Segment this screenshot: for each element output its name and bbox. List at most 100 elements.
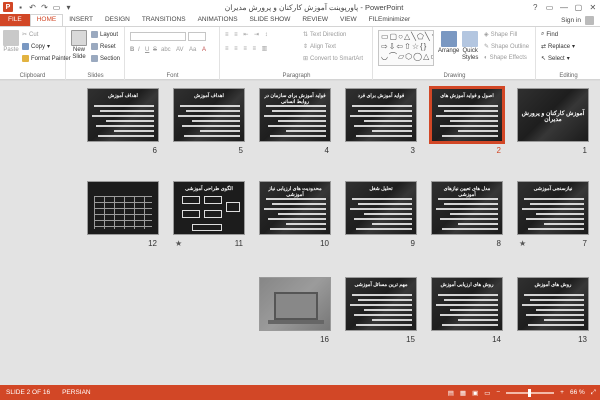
tab-design[interactable]: DESIGN: [99, 14, 136, 26]
font-name-input[interactable]: [130, 32, 186, 41]
tab-view[interactable]: VIEW: [334, 14, 363, 26]
slide-thumbnail[interactable]: [87, 181, 159, 235]
slide-sorter-view-icon[interactable]: ▦: [460, 389, 466, 397]
reset-button[interactable]: Reset: [91, 43, 116, 50]
new-slide-button[interactable]: New Slide: [71, 30, 87, 60]
slide-thumbnail[interactable]: محدودیت های ارزیابی نیاز آموزشی: [259, 181, 331, 235]
slide-text-line: [350, 304, 412, 306]
signin-link[interactable]: Sign in: [561, 17, 581, 24]
new-slide-icon: [71, 30, 87, 46]
bold-button[interactable]: B: [130, 47, 134, 53]
quick-styles-button[interactable]: Quick Styles: [462, 31, 478, 61]
slide-thumbnail[interactable]: آموزش کارکنان و پرورش مدیران: [517, 88, 589, 142]
slide-thumbnail[interactable]: تحلیل شغل: [345, 181, 417, 235]
shape-fill-button[interactable]: ◈ Shape Fill: [484, 31, 517, 39]
undo-icon[interactable]: ↶: [28, 3, 37, 12]
slides-group: New Slide Layout Reset Section Slides: [67, 27, 125, 80]
slide-thumbnail[interactable]: الگوی طراحی آموزشی: [173, 181, 245, 235]
tab-insert[interactable]: INSERT: [63, 14, 99, 26]
char-spacing-button[interactable]: AV: [176, 47, 184, 53]
slide-thumbnail[interactable]: اهداف آموزش: [87, 88, 159, 142]
align-text-button[interactable]: ⇕ Align Text: [303, 43, 336, 51]
slide-text-line: [458, 319, 498, 321]
text-direction-button[interactable]: ⇅ Text Direction: [303, 31, 347, 39]
avatar[interactable]: [585, 15, 594, 25]
slide-thumbnail[interactable]: اصول و فواید آموزش های: [429, 86, 505, 144]
normal-view-icon[interactable]: ▤: [448, 389, 454, 397]
strikethrough-button[interactable]: S: [153, 47, 157, 53]
tab-home[interactable]: HOME: [29, 14, 64, 26]
save-icon[interactable]: ▪: [16, 3, 25, 12]
italic-button[interactable]: I: [138, 47, 140, 53]
fit-to-window-icon[interactable]: ⤢: [591, 389, 596, 397]
slideshow-icon[interactable]: ▭: [52, 3, 61, 12]
slide-thumbnail[interactable]: روش های آموزش: [517, 277, 589, 331]
tab-review[interactable]: REVIEW: [296, 14, 334, 26]
text-shadow-button[interactable]: abc: [161, 47, 171, 53]
pen-icon: ✎: [484, 44, 490, 50]
change-case-button[interactable]: Aa: [189, 47, 196, 53]
tab-transitions[interactable]: TRANSITIONS: [136, 14, 192, 26]
slide-text-line: [96, 125, 154, 127]
layout-button[interactable]: Layout: [91, 31, 118, 38]
customize-qat-icon[interactable]: ▾: [64, 3, 73, 12]
zoom-out-button[interactable]: −: [496, 389, 500, 396]
zoom-slider-thumb[interactable]: [528, 388, 532, 397]
list-buttons[interactable]: ≡ ≡ ⇤ ⇥ ↕: [225, 31, 270, 38]
close-icon[interactable]: ✕: [586, 3, 600, 12]
find-button[interactable]: ⌕ Find: [541, 31, 558, 38]
minimize-icon[interactable]: —: [557, 3, 571, 12]
arrange-button[interactable]: Arrange: [438, 31, 459, 54]
underline-button[interactable]: U: [145, 47, 149, 53]
tab-animations[interactable]: ANIMATIONS: [192, 14, 244, 26]
section-button[interactable]: Section: [91, 55, 120, 62]
copy-button[interactable]: Copy ▾: [22, 43, 50, 50]
shapes-gallery[interactable]: ▭▢○△╲⬠╲↘◻ ⇨⇩⇦⇧☆{} ◡⌒▱⬡◯△▭: [378, 30, 434, 66]
tab-file[interactable]: FILE: [0, 14, 30, 26]
slide-text-line: [178, 115, 240, 117]
tab-slide-show[interactable]: SLIDE SHOW: [244, 14, 297, 26]
effects-icon: ◐: [484, 55, 488, 61]
slide-thumbnail[interactable]: فواید آموزش برای سازمان در روابط انسانی: [259, 88, 331, 142]
new-slide-label-2: Slide: [72, 54, 86, 60]
shape-effects-button[interactable]: ◐ Shape Effects: [484, 55, 527, 61]
slide-text-line: [528, 228, 584, 230]
zoom-level[interactable]: 66 %: [570, 389, 585, 396]
tab-fileminimizer[interactable]: FILEminimizer: [363, 14, 417, 26]
reset-icon: [91, 43, 98, 50]
paste-button[interactable]: Paste: [3, 30, 19, 53]
reading-view-icon[interactable]: ▣: [472, 389, 478, 397]
font-size-input[interactable]: [188, 32, 206, 41]
slide-thumbnail[interactable]: نیازسنجی آموزشی: [517, 181, 589, 235]
select-button[interactable]: ↖ Select ▾: [541, 55, 570, 63]
slide-thumbnail[interactable]: مدل های تعیین نیازهای آموزشی: [431, 181, 503, 235]
slide-number: 7: [582, 239, 587, 248]
zoom-in-button[interactable]: +: [560, 389, 564, 396]
slideshow-view-icon[interactable]: ▭: [484, 389, 490, 397]
maximize-icon[interactable]: ▢: [571, 3, 585, 12]
help-icon[interactable]: ?: [528, 3, 542, 12]
smartart-button[interactable]: ⊞ Convert to SmartArt: [303, 55, 363, 63]
replace-button[interactable]: ⇄ Replace ▾: [541, 43, 576, 51]
laptop-image: [274, 292, 318, 320]
slide-text-line: [458, 130, 498, 132]
slide-thumbnail[interactable]: [259, 277, 331, 331]
slide-thumbnail[interactable]: روش های ارزیابی آموزش: [431, 277, 503, 331]
redo-icon[interactable]: ↷: [40, 3, 49, 12]
shape-outline-button[interactable]: ✎ Shape Outline: [484, 43, 529, 51]
alignment-buttons[interactable]: ≡ ≡ ≡ ≡ ▥: [225, 45, 269, 52]
transition-star-icon[interactable]: ★: [175, 239, 182, 248]
slide-thumbnail[interactable]: مهم ترین مسائل آموزشی: [345, 277, 417, 331]
format-painter-button[interactable]: Format Painter: [22, 55, 71, 62]
cut-button[interactable]: ✂ Cut: [22, 31, 38, 39]
slide-thumbnail-title: محدودیت های ارزیابی نیاز آموزشی: [268, 186, 322, 198]
text-direction-label: Text Direction: [310, 31, 347, 38]
transition-star-icon[interactable]: ★: [519, 239, 526, 248]
language-indicator[interactable]: PERSIAN: [56, 389, 97, 396]
chevron-down-icon: ▾: [572, 44, 576, 50]
font-color-button[interactable]: A: [202, 47, 206, 53]
ribbon-display-icon[interactable]: ▭: [542, 3, 556, 12]
slide-thumbnail[interactable]: اهداف آموزش: [173, 88, 245, 142]
slide-thumbnail[interactable]: فواید آموزش برای فرد: [345, 88, 417, 142]
zoom-slider[interactable]: [506, 388, 555, 397]
